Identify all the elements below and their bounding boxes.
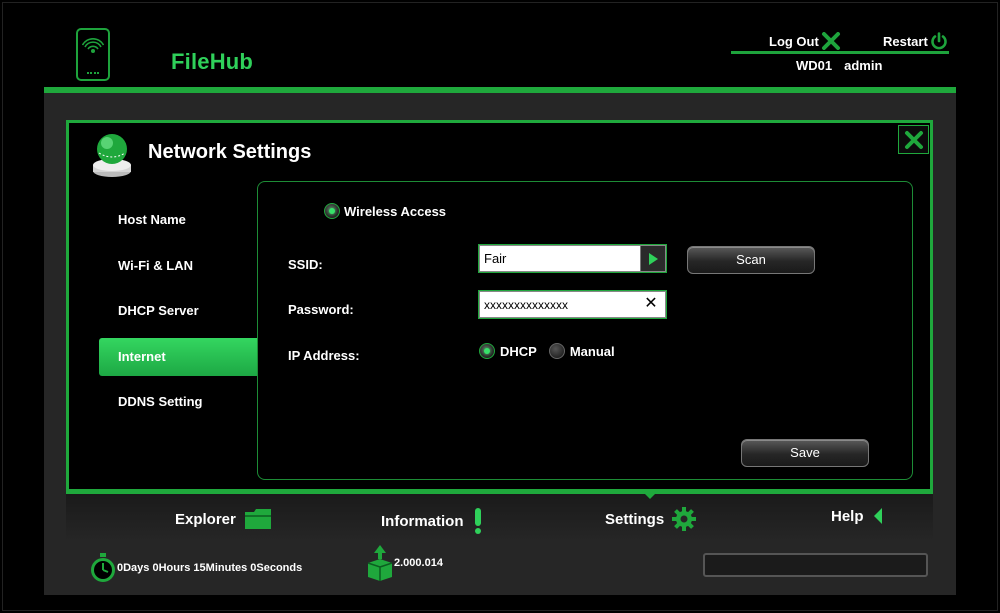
ip-address-label: IP Address: (288, 348, 360, 363)
brand-title: FileHub (171, 49, 254, 74)
password-input[interactable] (478, 290, 667, 319)
wireless-access-label: Wireless Access (344, 203, 447, 219)
package-upload-icon (367, 545, 393, 581)
restart-label: Restart (883, 33, 928, 49)
internet-settings-panel: Wireless Access SSID: Scan Password: ✕ I… (257, 181, 913, 480)
tab-settings-label: Settings (605, 510, 665, 528)
device-name: WD01 (796, 58, 833, 73)
chevron-left-icon (873, 508, 882, 524)
wireless-access-option[interactable]: Wireless Access (324, 203, 446, 219)
network-globe-icon (91, 129, 133, 179)
ip-address-options: DHCP Manual (479, 343, 627, 359)
ssid-dropdown-button[interactable] (640, 246, 665, 271)
restart-button[interactable]: Restart (883, 32, 948, 50)
manual-radio[interactable] (548, 343, 565, 359)
close-x-icon (821, 32, 840, 50)
manual-label: Manual (569, 343, 615, 359)
exclamation-icon (474, 508, 481, 534)
close-window-button[interactable] (898, 125, 929, 154)
bottom-nav: Explorer Information Settings Help (66, 491, 933, 541)
scan-button[interactable]: Scan (687, 246, 815, 274)
sidebar-item-host-name[interactable]: Host Name (99, 201, 257, 239)
clear-icon[interactable]: ✕ (642, 295, 660, 313)
logout-button[interactable]: Log Out (769, 32, 841, 50)
password-label: Password: (288, 302, 354, 317)
folder-icon (244, 509, 271, 529)
tab-settings[interactable]: Settings (605, 507, 697, 531)
stopwatch-icon (91, 553, 115, 582)
dhcp-radio[interactable] (479, 343, 495, 359)
tab-information-label: Information (381, 512, 464, 530)
play-arrow-icon (649, 252, 658, 265)
ip-option-dhcp[interactable]: DHCP (479, 343, 537, 359)
uptime-text: 0Days 0Hours 15Minutes 0Seconds (117, 562, 303, 574)
top-actions: Log Out Restart (731, 30, 949, 54)
sidebar-item-ddns-setting[interactable]: DDNS Setting (99, 383, 257, 421)
gear-icon (672, 507, 697, 531)
save-button[interactable]: Save (741, 439, 869, 467)
logout-label: Log Out (769, 33, 819, 49)
sidebar-item-dhcp-server[interactable]: DHCP Server (99, 292, 257, 330)
tab-help-label: Help (831, 507, 864, 525)
sidebar-item-internet[interactable]: Internet (99, 338, 257, 376)
tab-explorer-label: Explorer (175, 510, 236, 528)
tab-information[interactable]: Information (381, 507, 484, 535)
user-info: WD01 admin (796, 58, 894, 73)
wireless-access-radio[interactable] (324, 203, 340, 219)
device-logo-icon (76, 28, 110, 81)
ssid-label: SSID: (288, 257, 323, 272)
power-icon (931, 32, 947, 50)
close-icon (904, 130, 923, 149)
settings-window: Network Settings Host Name Wi-Fi & LAN D… (66, 120, 933, 492)
version-text: 2.000.014 (394, 557, 443, 569)
ssid-input[interactable] (478, 244, 667, 273)
tab-help[interactable]: Help (831, 507, 884, 525)
sidebar-item-wifi-lan[interactable]: Wi-Fi & LAN (99, 247, 257, 285)
tab-explorer[interactable]: Explorer (175, 507, 272, 531)
uptime-status: 0Days 0Hours 15Minutes 0Seconds (89, 553, 302, 583)
firmware-version: 2.000.014 (366, 545, 443, 581)
page-title: Network Settings (148, 141, 312, 163)
dhcp-label: DHCP (500, 343, 537, 359)
active-tab-pointer (642, 491, 658, 499)
user-name: admin (844, 58, 883, 73)
ip-option-manual[interactable]: Manual (548, 343, 615, 359)
status-message-box (703, 553, 928, 577)
